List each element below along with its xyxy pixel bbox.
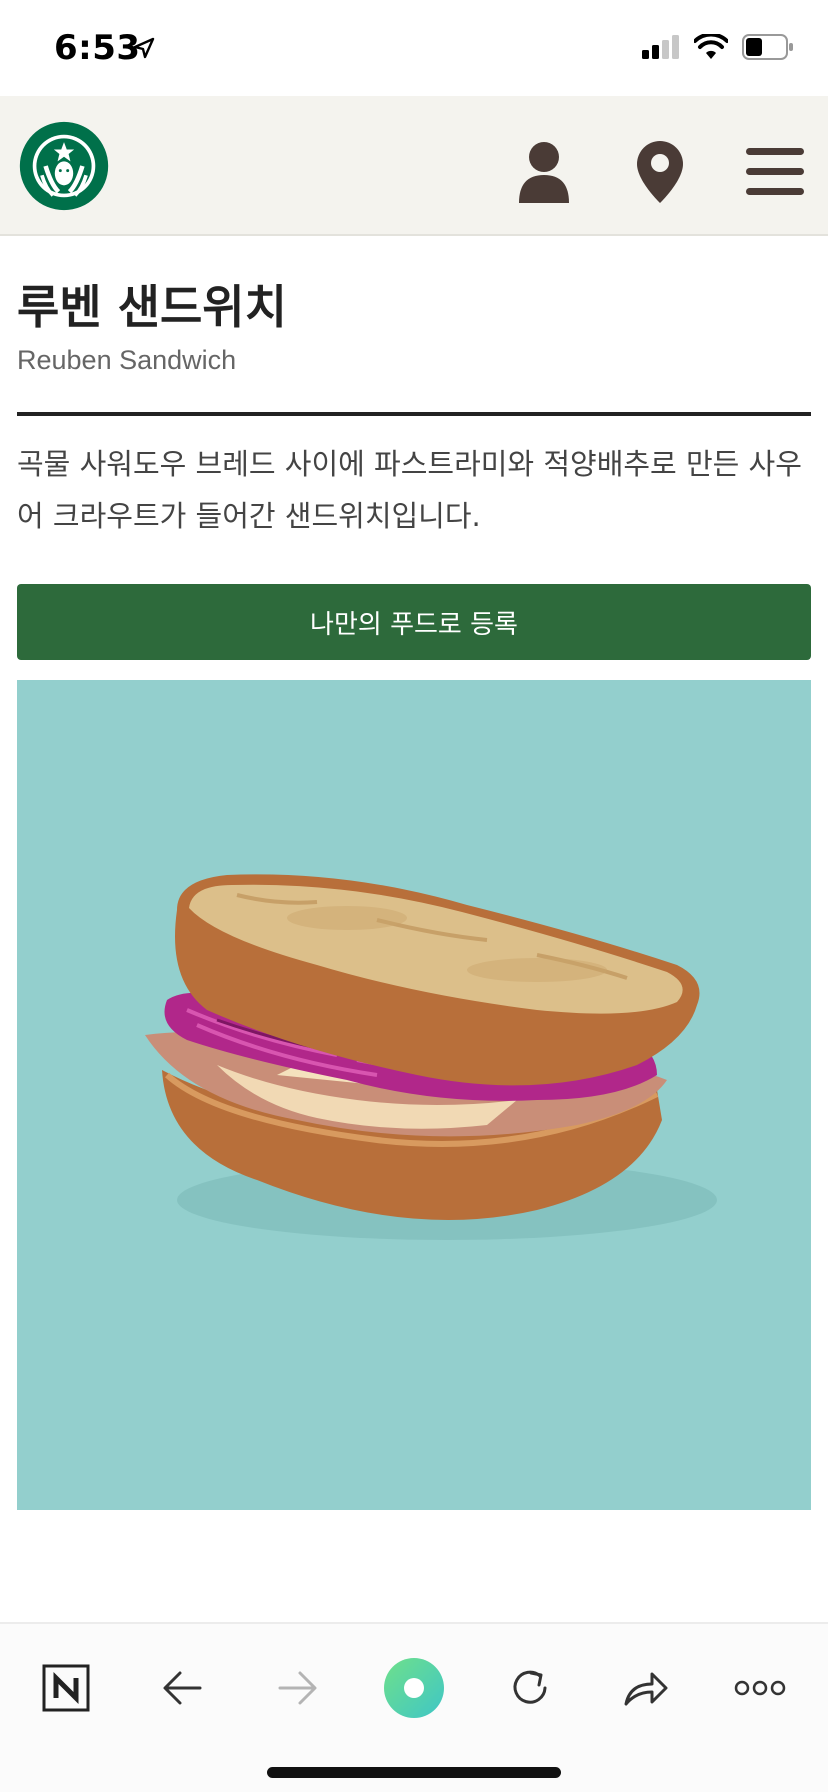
refresh-icon[interactable] <box>490 1648 570 1728</box>
battery-icon <box>742 34 793 60</box>
location-pin-icon[interactable] <box>632 140 688 204</box>
status-right-icons <box>642 34 794 60</box>
user-icon[interactable] <box>514 140 574 204</box>
home-indicator <box>267 1767 561 1778</box>
back-arrow-icon[interactable] <box>142 1648 222 1728</box>
product-title-english: Reuben Sandwich <box>17 345 237 376</box>
product-content: 루벤 샌드위치 Reuben Sandwich 곡물 사워도우 브레드 사이에 … <box>17 236 811 1511</box>
naver-n-icon[interactable] <box>26 1648 106 1728</box>
cellular-signal-icon <box>642 35 679 59</box>
starbucks-logo[interactable] <box>18 120 110 212</box>
product-image <box>17 680 811 1511</box>
share-icon[interactable] <box>606 1648 686 1728</box>
sandwich-illustration <box>145 874 717 1241</box>
browser-toolbar <box>0 1622 828 1792</box>
forward-arrow-icon <box>258 1648 338 1728</box>
page: 6:53 루벤 샌드위치 Reuben Sandwich 곡물 사워도우 브레드… <box>0 0 828 1792</box>
status-bar: 6:53 <box>0 0 828 96</box>
green-dot-icon[interactable] <box>374 1648 454 1728</box>
site-header <box>0 96 828 236</box>
hamburger-menu-icon[interactable] <box>744 140 806 204</box>
wifi-icon <box>694 34 728 59</box>
status-time: 6:53 <box>54 28 141 68</box>
more-icon[interactable] <box>720 1648 800 1728</box>
add-favorite-food-button[interactable]: 나만의 푸드로 등록 <box>17 584 811 661</box>
product-title-korean: 루벤 샌드위치 <box>17 280 287 334</box>
title-divider <box>17 412 811 417</box>
location-arrow-icon <box>133 37 155 59</box>
product-description: 곡물 사워도우 브레드 사이에 파스트라미와 적양배추로 만든 사우어 크라우트… <box>17 447 802 534</box>
